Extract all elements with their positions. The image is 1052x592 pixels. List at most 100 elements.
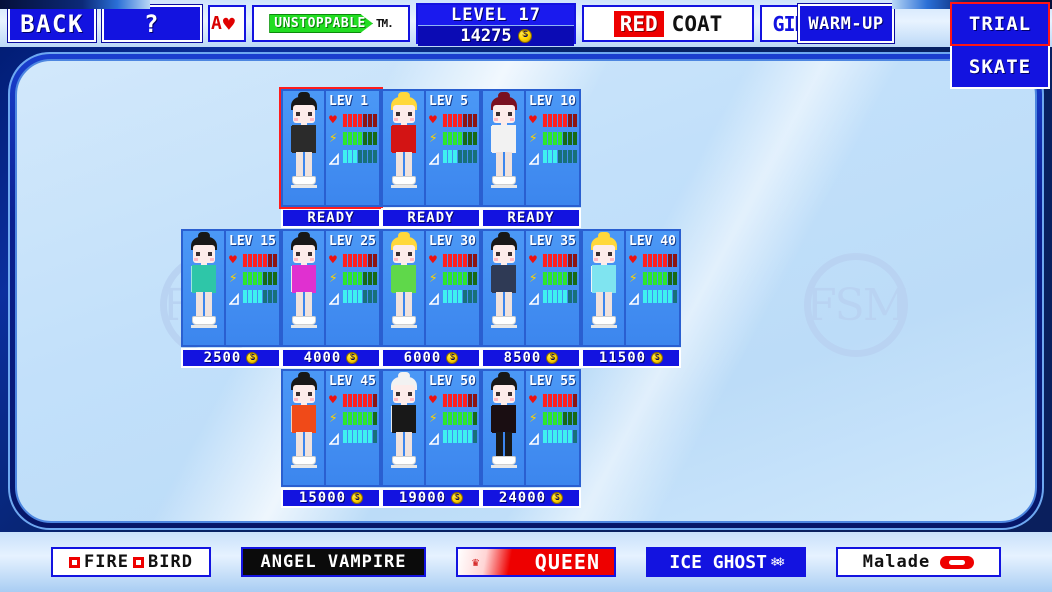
stat-segment <box>553 132 557 145</box>
warmup-button[interactable]: WARM-UP <box>797 3 895 44</box>
character-card[interactable]: LEV 35 ♥ ⚡ 8500 <box>481 229 581 368</box>
stat-segment <box>473 412 477 425</box>
character-card-body[interactable]: LEV 30 ♥ ⚡ <box>381 229 481 347</box>
character-card[interactable]: LEV 40 ♥ ⚡ 11500 <box>581 229 681 368</box>
character-ready-button[interactable]: READY <box>481 208 581 228</box>
character-card[interactable]: LEV 25 ♥ ⚡ 4000 <box>281 229 381 368</box>
character-portrait[interactable] <box>283 231 326 345</box>
character-blush <box>293 118 315 121</box>
character-stats: LEV 45 ♥ ⚡ <box>326 371 379 485</box>
character-level-label: LEV 45 <box>329 374 376 389</box>
character-price-button[interactable]: 24000 <box>481 488 581 508</box>
brand-angel-vampire[interactable]: ANGEL VAMPIRE <box>241 547 426 577</box>
redcoat-badge[interactable]: RED COAT <box>582 5 754 42</box>
health-bar <box>443 394 477 407</box>
jump-bar <box>343 430 377 443</box>
character-card-body[interactable]: LEV 35 ♥ ⚡ <box>481 229 581 347</box>
speed-bar <box>543 412 577 425</box>
brand-fire-bird[interactable]: FIRE BIRD <box>51 547 211 577</box>
stat-segment <box>548 412 552 425</box>
speed-bar <box>343 412 377 425</box>
character-portrait[interactable] <box>283 371 326 485</box>
stat-segment <box>443 132 447 145</box>
character-portrait[interactable] <box>483 231 526 345</box>
character-card-body[interactable]: LEV 1 ♥ ⚡ <box>281 89 381 207</box>
level-coin-panel[interactable]: LEVEL 17 14275 <box>416 3 576 46</box>
character-level-label: LEV 15 <box>229 234 276 249</box>
heart-badge[interactable]: A ♥ <box>208 5 246 42</box>
stat-segment <box>553 114 557 127</box>
character-price-button[interactable]: 4000 <box>281 348 381 368</box>
character-stats: LEV 55 ♥ ⚡ <box>526 371 579 485</box>
character-card[interactable]: LEV 50 ♥ ⚡ 19000 <box>381 369 481 508</box>
stat-row-speed: ⚡ <box>329 410 377 427</box>
character-torso <box>591 265 616 293</box>
character-card[interactable]: LEV 15 ♥ ⚡ 2500 <box>181 229 281 368</box>
character-price-button[interactable]: 11500 <box>581 348 681 368</box>
stat-segment <box>643 254 647 267</box>
character-card-body[interactable]: LEV 45 ♥ ⚡ <box>281 369 381 487</box>
character-stats: LEV 10 ♥ ⚡ <box>526 91 579 205</box>
character-portrait[interactable] <box>283 91 326 205</box>
skate-button[interactable]: SKATE <box>950 46 1050 89</box>
character-ready-button[interactable]: READY <box>281 208 381 228</box>
character-card-body[interactable]: LEV 50 ♥ ⚡ <box>381 369 481 487</box>
character-portrait[interactable] <box>183 231 226 345</box>
character-card[interactable]: LEV 55 ♥ ⚡ 24000 <box>481 369 581 508</box>
stat-segment <box>553 394 557 407</box>
stat-segment <box>468 290 472 303</box>
character-card-body[interactable]: LEV 5 ♥ ⚡ <box>381 89 481 207</box>
stat-segment <box>453 132 457 145</box>
stat-segment <box>463 394 467 407</box>
character-card[interactable]: LEV 30 ♥ ⚡ 6000 <box>381 229 481 368</box>
trial-button[interactable]: TRIAL <box>950 2 1050 46</box>
ice-skate-icon <box>291 176 316 185</box>
character-price-button[interactable]: 19000 <box>381 488 481 508</box>
character-card[interactable]: LEV 5 ♥ ⚡ READY <box>381 89 481 228</box>
character-card-body[interactable]: LEV 25 ♥ ⚡ <box>281 229 381 347</box>
stat-segment <box>243 254 247 267</box>
character-portrait[interactable] <box>483 91 526 205</box>
character-card-body[interactable]: LEV 40 ♥ ⚡ <box>581 229 681 347</box>
stat-segment <box>558 132 562 145</box>
brand-malade[interactable]: Malade <box>836 547 1001 577</box>
stat-segment <box>373 290 377 303</box>
character-portrait[interactable] <box>483 371 526 485</box>
stat-segment <box>363 412 367 425</box>
unstoppable-badge[interactable]: UNSTOPPABLE TM. <box>252 5 410 42</box>
back-button[interactable]: BACK <box>7 4 97 43</box>
skate-blade-icon <box>290 185 317 188</box>
character-card[interactable]: LEV 45 ♥ ⚡ 15000 <box>281 369 381 508</box>
stat-segment <box>548 150 552 163</box>
game-screen: BACK ? A ♥ UNSTOPPABLE TM. LEVEL 17 1427… <box>0 0 1052 592</box>
brand-ice-ghost[interactable]: ICE GHOST ❄❄ <box>646 547 806 577</box>
stat-segment <box>348 272 352 285</box>
stat-segment <box>463 132 467 145</box>
character-portrait[interactable] <box>383 91 426 205</box>
character-blush <box>393 118 415 121</box>
heart-icon: ♥ <box>529 252 537 268</box>
character-price-button[interactable]: 15000 <box>281 488 381 508</box>
character-action-label: READY <box>407 210 455 226</box>
brand-queen[interactable]: ♛ QUEEN <box>456 547 616 577</box>
character-price-button[interactable]: 6000 <box>381 348 481 368</box>
character-price-button[interactable]: 8500 <box>481 348 581 368</box>
stat-segment <box>543 150 547 163</box>
stat-segment <box>558 254 562 267</box>
stat-segment <box>373 254 377 267</box>
character-portrait[interactable] <box>583 231 626 345</box>
character-eyes <box>593 252 615 256</box>
character-card[interactable]: LEV 1 ♥ ⚡ READY <box>281 89 381 228</box>
stat-segment <box>268 272 272 285</box>
character-portrait[interactable] <box>383 231 426 345</box>
help-button[interactable]: ? <box>101 4 203 43</box>
coin-icon <box>351 492 364 504</box>
character-portrait[interactable] <box>383 371 426 485</box>
character-card-body[interactable]: LEV 55 ♥ ⚡ <box>481 369 581 487</box>
character-card-body[interactable]: LEV 15 ♥ ⚡ <box>181 229 281 347</box>
character-card[interactable]: LEV 10 ♥ ⚡ READY <box>481 89 581 228</box>
character-ready-button[interactable]: READY <box>381 208 481 228</box>
character-card-body[interactable]: LEV 10 ♥ ⚡ <box>481 89 581 207</box>
stat-segment <box>548 114 552 127</box>
character-price-button[interactable]: 2500 <box>181 348 281 368</box>
